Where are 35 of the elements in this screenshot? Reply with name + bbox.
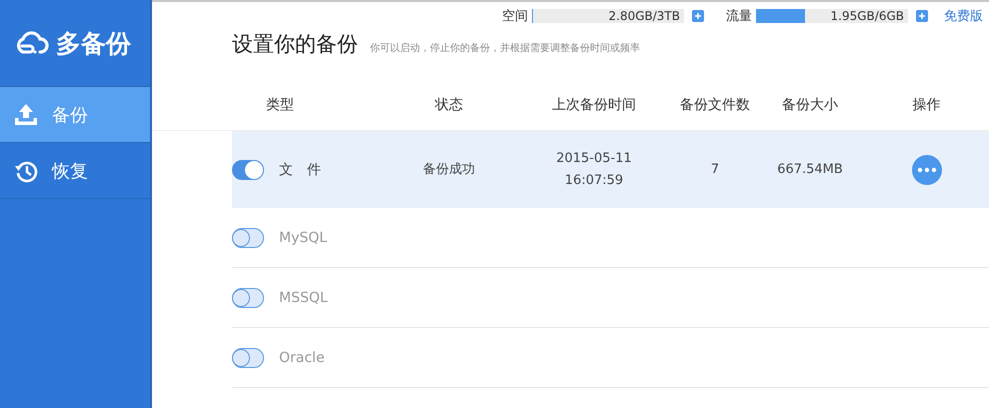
table-cell: 7 (710, 162, 720, 176)
page-title: 设置你的备份 (232, 31, 358, 58)
column-header: 上次备份时间 (551, 96, 637, 114)
logo-text: 多备份 (56, 28, 131, 60)
more-button[interactable] (912, 154, 942, 184)
sidebar-item[interactable]: 备份 (0, 87, 150, 143)
column-header: 状态 (434, 96, 464, 114)
table-cell: 667.54MB (777, 162, 843, 176)
column-header: 备份大小 (781, 96, 839, 114)
backup-type: MSSQL (279, 290, 328, 306)
upload-icon (14, 103, 38, 126)
quota-label: 流量 (726, 8, 752, 25)
sidebar-item[interactable]: 恢复 (0, 143, 150, 199)
backup-type: 文 件 (279, 160, 321, 178)
table-cell: 备份成功 (423, 162, 475, 176)
more-icon (916, 166, 936, 172)
toggle-switch[interactable] (232, 160, 264, 180)
toggle-switch[interactable] (232, 288, 264, 308)
plus-icon[interactable] (916, 10, 928, 22)
backup-type: Oracle (279, 350, 325, 366)
backup-type: MySQL (279, 230, 328, 246)
column-header: 备份文件数 (679, 96, 751, 114)
column-header: 操作 (912, 96, 942, 114)
table-cell: 2015-05-11 16:07:59 (556, 150, 632, 188)
toggle-switch[interactable] (232, 348, 264, 368)
quota-reading: 1.95GB/6GB (830, 9, 904, 23)
history-icon (14, 158, 38, 182)
toggle-switch[interactable] (232, 228, 264, 248)
column-header: 类型 (265, 96, 295, 114)
quota-reading: 2.80GB/3TB (608, 9, 680, 23)
plan-link[interactable]: 免费版 (944, 7, 983, 25)
plus-icon[interactable] (692, 10, 704, 22)
quota-label: 空间 (502, 8, 528, 25)
page-subtitle: 你可以启动，停止你的备份，并根据需要调整备份时间或频率 (370, 42, 640, 55)
cloud-logo-icon (14, 31, 50, 55)
